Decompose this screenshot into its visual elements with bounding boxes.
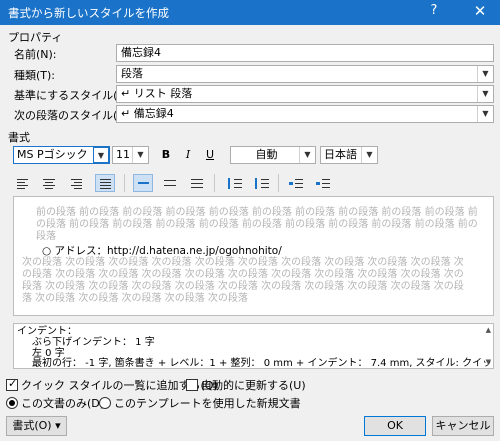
auto-update-label[interactable]: 自動的に更新する(U) (201, 377, 306, 393)
space-after-icon[interactable] (251, 174, 271, 192)
type-value: 段落 (121, 67, 143, 80)
name-label: 名前(N): (14, 48, 57, 61)
close-button[interactable]: ✕ (470, 2, 490, 20)
scroll-down-icon[interactable]: ▼ (486, 358, 491, 366)
chevron-down-icon[interactable]: ▼ (477, 86, 493, 102)
next-style-value: ↵ 備忘録4 (121, 107, 174, 120)
base-style-value: ↵ リスト 段落 (121, 87, 193, 100)
font-select[interactable]: MS Pゴシック ▼ (13, 146, 110, 164)
next-style-select[interactable]: ↵ 備忘録4 ▼ (116, 105, 494, 123)
type-label: 種類(T): (14, 69, 56, 82)
style-description: インデント： ぶら下げインデント： 1 字 左 0 字 最初の行： -1 字, … (13, 323, 494, 369)
window-title: 書式から新しいスタイルを作成 (8, 6, 169, 20)
style-preview: 前の段落 前の段落 前の段落 前の段落 前の段落 前の段落 前の段落 前の段落 … (13, 196, 494, 316)
chevron-down-icon[interactable]: ▼ (93, 147, 109, 163)
format-menu-button[interactable]: 書式(O) ▾ (6, 416, 67, 436)
base-style-select[interactable]: ↵ リスト 段落 ▼ (116, 85, 494, 103)
toolbar-divider (278, 174, 279, 192)
bold-button[interactable]: B (157, 146, 175, 164)
this-document-only-radio[interactable] (6, 397, 18, 409)
font-size-select[interactable]: 11 ▼ (112, 146, 149, 164)
format-group-label: 書式 (8, 131, 30, 144)
add-quick-style-checkbox[interactable] (6, 377, 18, 391)
title-bar: 書式から新しいスタイルを作成 ? ✕ (0, 0, 500, 25)
font-size-value: 11 (116, 148, 130, 161)
description-line: ぶら下げインデント： 1 字 (32, 337, 155, 348)
justify-icon[interactable] (95, 174, 115, 192)
single-spacing-icon[interactable] (133, 174, 153, 192)
new-template-documents-radio[interactable] (99, 397, 111, 409)
italic-button[interactable]: I (179, 146, 197, 164)
help-button[interactable]: ? (426, 3, 442, 18)
language-value: 日本語 (324, 148, 357, 161)
auto-update-checkbox[interactable] (186, 379, 198, 391)
name-input[interactable]: 備忘録4 (116, 44, 494, 62)
toolbar-divider (124, 174, 125, 192)
preview-previous-paragraph: 前の段落 前の段落 前の段落 前の段落 前の段落 前の段落 前の段落 前の段落 … (36, 207, 478, 242)
font-color-value: 自動 (255, 148, 278, 161)
description-line: 最初の行： -1 字, 箇条書き + レベル：1 + 整列： 0 mm + イン… (32, 358, 494, 369)
scroll-up-icon[interactable]: ▲ (486, 326, 491, 334)
cancel-button[interactable]: キャンセル (432, 416, 494, 436)
chevron-down-icon[interactable]: ▼ (299, 147, 315, 163)
underline-button[interactable]: U (201, 146, 219, 164)
chevron-down-icon[interactable]: ▼ (361, 147, 377, 163)
chevron-down-icon[interactable]: ▼ (132, 147, 148, 163)
this-document-only-label[interactable]: この文書のみ(D) (21, 395, 104, 411)
new-template-documents-label[interactable]: このテンプレートを使用した新規文書 (114, 395, 301, 411)
align-left-icon[interactable] (13, 174, 33, 192)
description-line: インデント： (17, 326, 77, 337)
toolbar-divider (214, 174, 215, 192)
chevron-down-icon[interactable]: ▼ (477, 66, 493, 82)
type-select[interactable]: 段落 ▼ (116, 65, 494, 83)
font-value: MS Pゴシック (17, 148, 88, 161)
preview-next-paragraph: 次の段落 次の段落 次の段落 次の段落 次の段落 次の段落 次の段落 次の段落 … (22, 257, 464, 304)
space-before-icon[interactable] (224, 174, 244, 192)
increase-indent-icon[interactable] (313, 174, 333, 192)
chevron-down-icon[interactable]: ▼ (477, 106, 493, 122)
double-spacing-icon[interactable] (187, 174, 207, 192)
decrease-indent-icon[interactable] (286, 174, 306, 192)
next-style-label: 次の段落のスタイル(S): (14, 109, 133, 122)
properties-group-label: プロパティ (8, 31, 63, 44)
ok-button[interactable]: OK (364, 416, 426, 436)
font-color-select[interactable]: 自動 ▼ (230, 146, 316, 164)
line-spacing-15-icon[interactable] (160, 174, 180, 192)
align-center-icon[interactable] (39, 174, 59, 192)
preview-bullet-line: ○ アドレス：http://d.hatena.ne.jp/ogohnohito/ (42, 245, 282, 257)
language-select[interactable]: 日本語 ▼ (320, 146, 378, 164)
align-right-icon[interactable] (66, 174, 86, 192)
